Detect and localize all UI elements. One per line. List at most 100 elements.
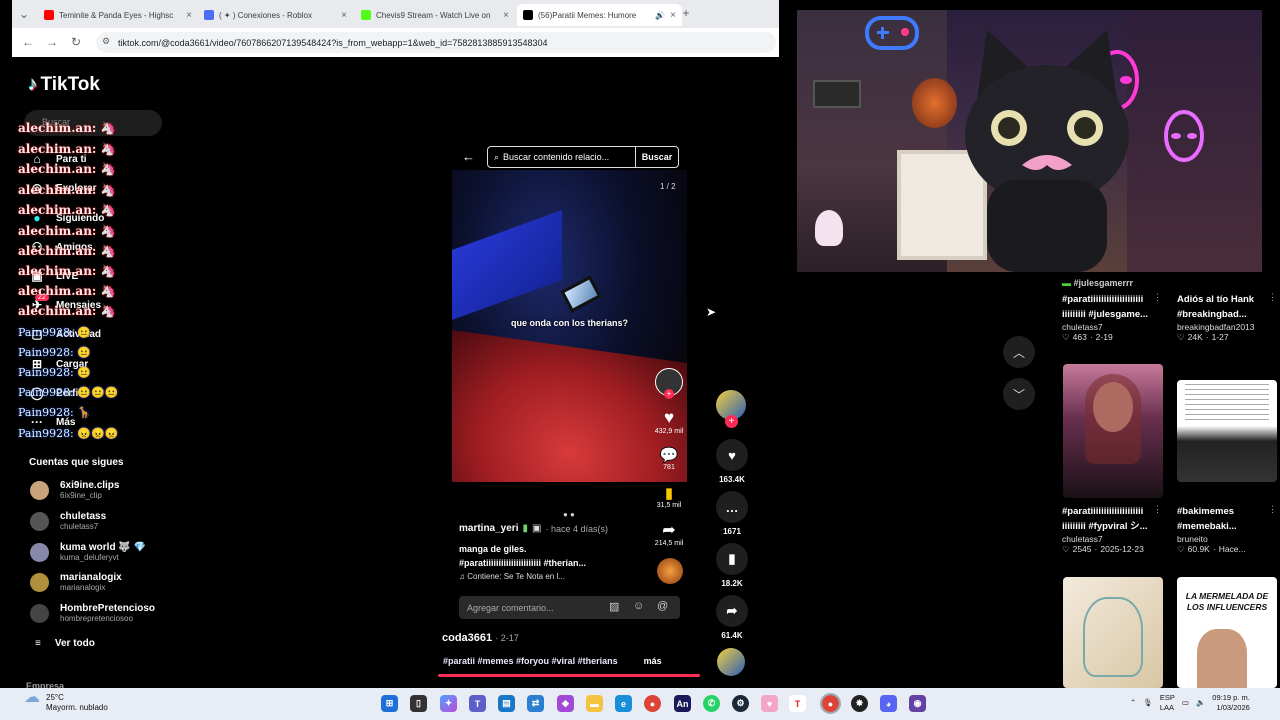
feed-thumbnail[interactable] bbox=[1177, 380, 1277, 482]
emoji-icon[interactable]: ☺ bbox=[633, 600, 644, 612]
store-icon[interactable]: ▤ bbox=[498, 695, 515, 712]
follow-plus-icon[interactable]: + bbox=[725, 415, 738, 428]
feed-date: 2025-12-23 bbox=[1100, 544, 1144, 554]
followed-account[interactable]: marianalogix marianalogix bbox=[30, 572, 122, 592]
next-video-button[interactable]: ﹀ bbox=[1003, 378, 1035, 410]
app-icon[interactable]: ⇄ bbox=[527, 695, 544, 712]
speaker-icon[interactable]: 🔊 bbox=[655, 11, 665, 20]
mention-icon[interactable]: @ bbox=[657, 600, 668, 612]
lang-code: LAA bbox=[1159, 703, 1175, 712]
app-icon[interactable]: T bbox=[789, 695, 806, 712]
progress-bar[interactable] bbox=[438, 674, 700, 677]
inner-like[interactable]: ♥ 432,9 mil bbox=[649, 408, 689, 435]
feed-thumbnail[interactable]: LA MERMELADA DE LOS INFLUENCERS bbox=[1177, 577, 1277, 688]
task-view-icon[interactable]: ▯ bbox=[410, 695, 427, 712]
previous-video-button[interactable]: ︿ bbox=[1003, 336, 1035, 368]
feed-thumbnail[interactable] bbox=[1063, 364, 1163, 498]
network-icon[interactable]: ▭ bbox=[1182, 698, 1189, 708]
music-info[interactable]: ♫ Contiene: Se Te Nota en l... bbox=[459, 572, 565, 581]
volume-icon[interactable]: 🔈 bbox=[1196, 698, 1205, 708]
close-tab-icon[interactable]: × bbox=[341, 10, 347, 21]
weather-widget[interactable]: ☁ 25°C Mayorm. nublado bbox=[24, 690, 108, 713]
feed-item[interactable]: #paratiiiiiiiiiiiiiiiiiiii iiiiiiiii #fy… bbox=[1062, 504, 1162, 555]
tab-tiktok[interactable]: (56)Paratii Memes: Humore 🔊 × bbox=[517, 4, 682, 26]
language-indicator[interactable]: ESP LAA bbox=[1160, 693, 1175, 713]
app-icon[interactable]: ♥ bbox=[761, 695, 778, 712]
site-info-icon[interactable]: ⚙ bbox=[102, 36, 110, 47]
close-tab-icon[interactable]: × bbox=[670, 10, 676, 21]
save-count: 31,5 mil bbox=[656, 502, 682, 509]
chat-user: Pain9928: bbox=[18, 326, 74, 339]
video-player[interactable]: que onda con los therians? 1 / 2 bbox=[452, 170, 687, 482]
tab-youtube[interactable]: Teminite & Panda Eyes - Highsc × bbox=[38, 4, 198, 26]
microphone-icon[interactable]: 🎙 bbox=[1143, 698, 1153, 708]
forward-icon[interactable]: → bbox=[44, 34, 60, 50]
save-button[interactable]: ▮ 18.2K bbox=[712, 543, 752, 588]
app-icon[interactable]: ◉ bbox=[909, 695, 926, 712]
creator[interactable]: coda3661 · 2-17 bbox=[442, 632, 519, 644]
copilot-icon[interactable]: ✦ bbox=[440, 695, 457, 712]
comment-button[interactable]: … 1671 bbox=[712, 491, 752, 536]
bookmark-icon: ▮ bbox=[664, 485, 674, 502]
inner-save[interactable]: ▮ 31,5 mil bbox=[649, 484, 689, 509]
whatsapp-icon[interactable]: ✆ bbox=[703, 695, 720, 712]
tab-kick[interactable]: Chevis9 Stream - Watch Live on × bbox=[355, 4, 515, 26]
start-icon[interactable]: ⊞ bbox=[381, 695, 398, 712]
tiktok-logo[interactable]: ♪ TikTok bbox=[28, 74, 100, 96]
file-explorer-icon[interactable]: ▬ bbox=[586, 695, 603, 712]
image-icon[interactable]: ▨ bbox=[609, 600, 619, 613]
share-button[interactable]: ➦ 61.4K bbox=[712, 595, 752, 640]
followed-account[interactable]: chuletass chuletass7 bbox=[30, 511, 106, 531]
steam-icon[interactable]: ⚙ bbox=[732, 695, 749, 712]
new-tab-button[interactable]: + bbox=[678, 5, 694, 21]
feed-title: iiiiiiiii #fypviral シ... bbox=[1062, 521, 1148, 532]
related-search-input[interactable]: ⌕ Buscar contenido relacio... bbox=[488, 147, 636, 167]
face-emote-icon: 😠😠😠 bbox=[77, 427, 119, 440]
account-name: kuma world 🐺 💎 bbox=[60, 542, 147, 553]
tab-search-icon[interactable]: ⌄ bbox=[16, 6, 32, 22]
feed-item[interactable]: Adiós al tío Hank #breakingbad... breaki… bbox=[1177, 292, 1277, 343]
video-author[interactable]: martina_yeri ▮ ▣ · hace 4 días(s) bbox=[459, 523, 608, 534]
tab-roblox[interactable]: ( ✦ ) Conexiones - Roblox × bbox=[198, 4, 353, 26]
see-all-link[interactable]: ≡ Ver todo bbox=[35, 638, 95, 649]
feed-thumbnail[interactable] bbox=[1063, 577, 1163, 688]
app-icon[interactable]: An bbox=[674, 695, 691, 712]
back-icon[interactable]: ← bbox=[20, 34, 36, 50]
feed-item[interactable]: #paratiiiiiiiiiiiiiiiiiiii iiiiiiiii #ju… bbox=[1062, 292, 1162, 343]
edge-icon[interactable]: e bbox=[615, 695, 632, 712]
chrome-icon[interactable]: ● bbox=[820, 693, 841, 714]
app-icon[interactable]: ◆ bbox=[557, 695, 574, 712]
teams-icon[interactable]: T bbox=[469, 695, 486, 712]
chrome-icon[interactable]: ● bbox=[644, 695, 661, 712]
hashtags[interactable]: #paratii #memes #foryou #viral #therians… bbox=[443, 656, 662, 666]
account-handle: marianalogix bbox=[60, 583, 106, 592]
url-field[interactable]: ⚙ tiktok.com/@coda3661/video/76078662071… bbox=[96, 32, 776, 53]
close-tab-icon[interactable]: × bbox=[186, 10, 192, 21]
followed-account[interactable]: HombrePretencioso hombrepretenciosoo bbox=[30, 603, 155, 623]
more-options-icon[interactable]: ⋮ bbox=[1268, 292, 1277, 303]
followed-account[interactable]: 6xi9ine.clips 6ix9ine_clip bbox=[30, 480, 119, 500]
followed-account[interactable]: kuma world 🐺 💎 kuma_deluferyvt bbox=[30, 542, 146, 562]
more-options-icon[interactable]: ⋮ bbox=[1153, 504, 1162, 515]
comment-input[interactable]: Agregar comentario... ▨ ☺ @ bbox=[459, 596, 680, 619]
inner-share[interactable]: ➦ 214,5 mil bbox=[649, 520, 689, 547]
clock[interactable]: 09:19 p. m. 1/03/2026 bbox=[1212, 693, 1250, 713]
follow-plus-icon[interactable]: + bbox=[664, 389, 674, 399]
search-button[interactable]: Buscar bbox=[636, 152, 678, 162]
more-link[interactable]: más bbox=[644, 656, 662, 666]
close-tab-icon[interactable]: × bbox=[503, 10, 509, 21]
chevron-up-icon[interactable]: ⌃ bbox=[1130, 698, 1136, 708]
music-disc-icon[interactable] bbox=[717, 648, 745, 676]
music-disc-icon[interactable] bbox=[657, 558, 683, 584]
thumbnail-face bbox=[1197, 629, 1247, 688]
more-options-icon[interactable]: ⋮ bbox=[1268, 504, 1277, 515]
app-icon[interactable]: ✸ bbox=[851, 695, 868, 712]
reload-icon[interactable]: ↻ bbox=[68, 34, 84, 50]
back-arrow-icon[interactable]: ← bbox=[462, 149, 475, 164]
feed-item[interactable]: #bakimemes #memebaki... bruneito ♡ 60.9K ·… bbox=[1177, 504, 1277, 555]
inner-comment[interactable]: 💬 781 bbox=[649, 446, 689, 471]
like-button[interactable]: ♥ 163.4K bbox=[712, 439, 752, 484]
discord-icon[interactable]: ◕ bbox=[880, 695, 897, 712]
more-options-icon[interactable]: ⋮ bbox=[1153, 292, 1162, 303]
chat-line: Pain9928: 🦒 bbox=[18, 406, 91, 419]
